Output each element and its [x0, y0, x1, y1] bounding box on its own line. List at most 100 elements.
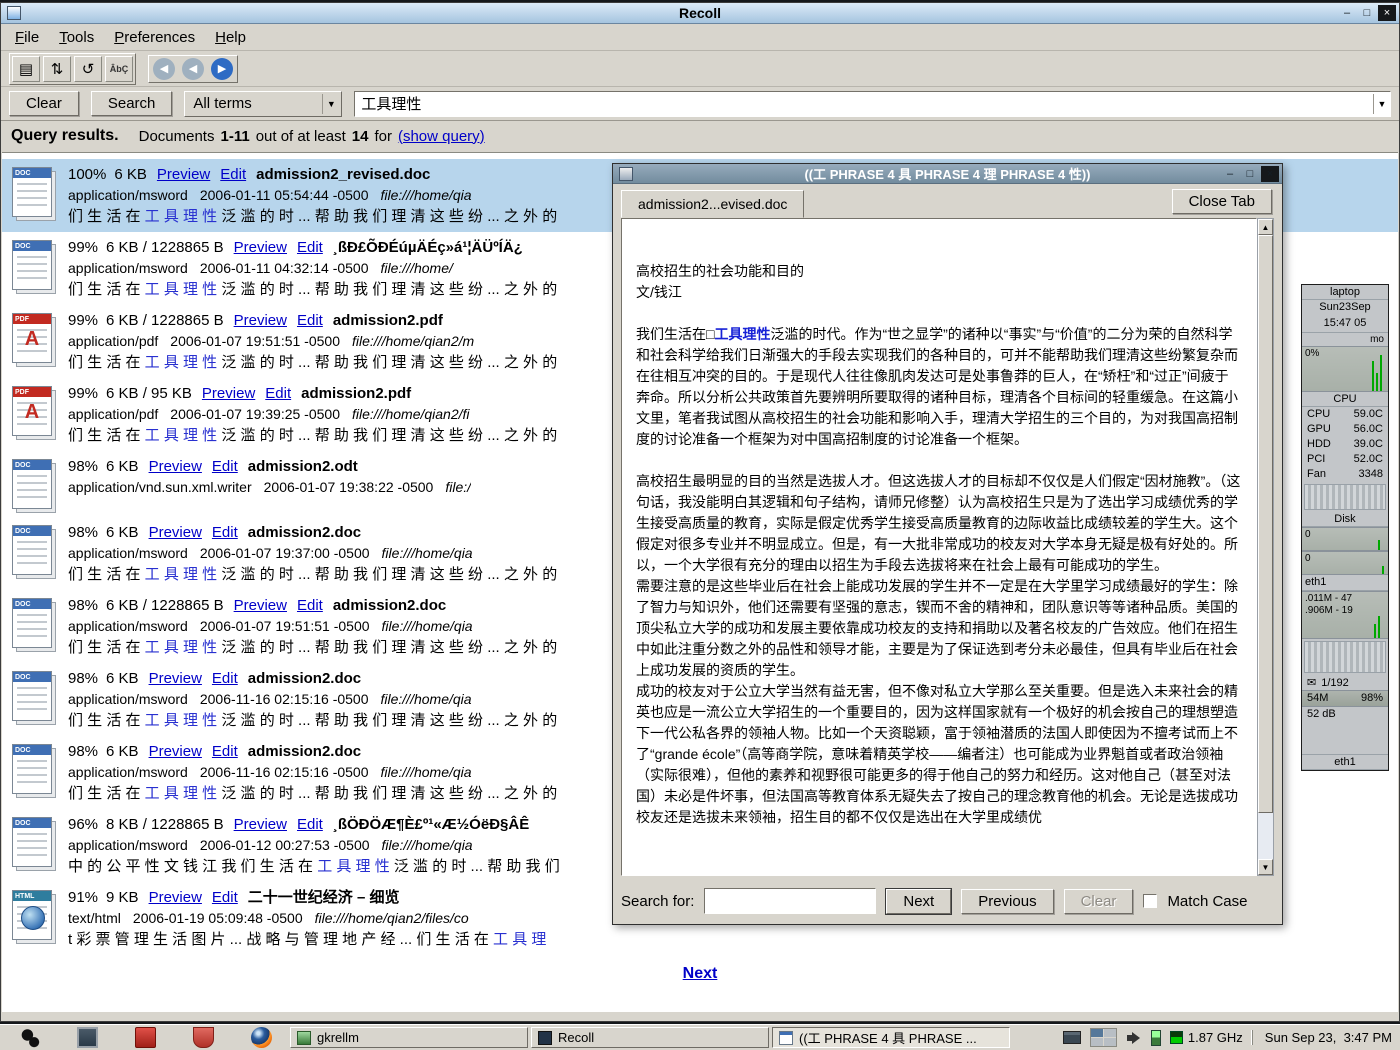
next-page-link[interactable]: Next: [683, 965, 718, 982]
preview-link[interactable]: Preview: [202, 385, 255, 402]
cpufreq-icon: [1170, 1031, 1183, 1044]
search-query-combo[interactable]: ▼: [354, 91, 1391, 117]
show-query-link[interactable]: (show query): [398, 128, 485, 145]
preview-link[interactable]: Preview: [149, 458, 202, 475]
terminal-launcher-icon[interactable]: [77, 1027, 98, 1048]
search-query-input[interactable]: [361, 95, 1373, 112]
preview-text[interactable]: 高校招生的社会功能和目的文/钱江我们生活在□工具理性泛滥的时代。作为“世之显学”…: [621, 218, 1257, 876]
task-button[interactable]: Recoll: [531, 1027, 769, 1048]
edit-link[interactable]: Edit: [220, 166, 246, 183]
edit-link[interactable]: Edit: [212, 458, 238, 475]
preview-link[interactable]: Preview: [234, 816, 287, 833]
result-snippet: t 彩 票 管 理 生 活 图 片 ... 战 略 与 管 理 地 产 经 ..…: [68, 929, 546, 950]
preview-link[interactable]: Preview: [149, 889, 202, 906]
preview-link[interactable]: Preview: [234, 597, 287, 614]
result-date: 2006-11-16 02:15:16 -0500: [200, 691, 369, 707]
preview-link[interactable]: Preview: [149, 670, 202, 687]
preview-tab[interactable]: admission2...evised.doc: [621, 190, 804, 218]
results-header: Query results. Documents 1-11 out of at …: [1, 121, 1399, 151]
preview-app-icon: [619, 167, 633, 181]
find-previous-button[interactable]: Previous: [961, 889, 1053, 914]
taskbar-clock[interactable]: Sun Sep 23, 3:47 PM: [1252, 1030, 1392, 1045]
close-icon[interactable]: ×: [1378, 5, 1396, 21]
edit-link[interactable]: Edit: [297, 816, 323, 833]
preview-titlebar[interactable]: ((工 PHRASE 4 具 PHRASE 4 理 PHRASE 4 性)) –…: [613, 164, 1282, 184]
edit-link[interactable]: Edit: [297, 312, 323, 329]
package-manager-launcher-icon[interactable]: [193, 1027, 214, 1048]
volume-meter[interactable]: 52 dB: [1302, 706, 1388, 722]
minimize-icon[interactable]: –: [1338, 5, 1356, 21]
query-history-chevron-icon[interactable]: ▼: [1373, 94, 1390, 114]
workspace-pager[interactable]: [1090, 1028, 1117, 1047]
sensor-row: Fan3348: [1302, 467, 1388, 482]
preview-link[interactable]: Preview: [157, 166, 210, 183]
match-case-checkbox[interactable]: [1143, 894, 1157, 908]
result-url: file:///home/qian2/fi: [352, 406, 470, 422]
search-mode-select[interactable]: All terms ▼: [184, 91, 342, 117]
prev-page-icon[interactable]: ◀: [182, 58, 204, 80]
preview-link[interactable]: Preview: [234, 312, 287, 329]
edit-link[interactable]: Edit: [212, 670, 238, 687]
snippet-highlighted-term: 工 具 理 性: [145, 208, 218, 225]
cpu-krell-meter[interactable]: [1304, 484, 1386, 510]
result-list-icon[interactable]: ▤: [12, 56, 40, 82]
preview-link[interactable]: Preview: [234, 239, 287, 256]
scroll-down-icon[interactable]: ▼: [1258, 859, 1273, 875]
search-button[interactable]: Search: [91, 91, 173, 116]
sort-order-icon[interactable]: ⇅: [43, 56, 71, 82]
result-size: 8 KB / 1228865 B: [106, 816, 224, 833]
recoll-titlebar[interactable]: Recoll – □ ×: [1, 3, 1399, 24]
menu-tools[interactable]: Tools: [49, 26, 104, 49]
applications-menu-icon[interactable]: [19, 1027, 40, 1048]
clear-button[interactable]: Clear: [9, 91, 79, 116]
documents-word: Documents: [139, 128, 215, 145]
net-krell-meter[interactable]: [1304, 641, 1386, 673]
result-mime-type: application/pdf: [68, 406, 158, 422]
task-button[interactable]: gkrellm: [290, 1027, 528, 1048]
menu-preferences[interactable]: Preferences: [104, 26, 205, 49]
find-clear-button[interactable]: Clear: [1064, 889, 1134, 914]
keyboard-indicator-icon[interactable]: [1063, 1031, 1081, 1044]
edit-link[interactable]: Edit: [212, 743, 238, 760]
result-url: file:///home/qia: [382, 545, 473, 561]
edit-link[interactable]: Edit: [297, 597, 323, 614]
result-title: ¸ßÐ£ÕÐÉúµÄÉç»á¹¦ÄÜºÍÄ¿: [333, 239, 523, 256]
preview-maximize-icon[interactable]: □: [1241, 166, 1259, 182]
preview-paragraph: 文/钱江: [636, 282, 1242, 303]
preview-scrollbar[interactable]: ▲ ▼: [1257, 218, 1274, 876]
result-size: 6 KB / 1228865 B: [106, 312, 224, 329]
edit-link[interactable]: Edit: [212, 889, 238, 906]
preview-link[interactable]: Preview: [149, 524, 202, 541]
query-history-icon[interactable]: ↺: [74, 56, 102, 82]
preview-minimize-icon[interactable]: –: [1221, 166, 1239, 182]
battery-icon[interactable]: [1151, 1030, 1161, 1046]
maximize-icon[interactable]: □: [1358, 5, 1376, 21]
relevance-percent: 99%: [68, 385, 98, 402]
firefox-launcher-icon[interactable]: [251, 1027, 272, 1048]
menu-help[interactable]: Help: [205, 26, 256, 49]
close-tab-button[interactable]: Close Tab: [1172, 189, 1272, 214]
menu-file[interactable]: File: [5, 26, 49, 49]
find-input[interactable]: [704, 888, 876, 914]
edit-link[interactable]: Edit: [265, 385, 291, 402]
edit-link[interactable]: Edit: [212, 524, 238, 541]
find-next-button[interactable]: Next: [886, 889, 951, 914]
first-page-icon[interactable]: ◀: [153, 58, 175, 80]
term-explorer-icon[interactable]: ÂbÇ: [105, 56, 133, 82]
cpu-frequency-applet[interactable]: 1.87 GHz: [1170, 1030, 1243, 1045]
preview-close-icon[interactable]: ×: [1261, 166, 1279, 182]
edit-link[interactable]: Edit: [297, 239, 323, 256]
scrollbar-thumb[interactable]: [1258, 235, 1273, 813]
media-player-launcher-icon[interactable]: [135, 1027, 156, 1048]
scroll-up-icon[interactable]: ▲: [1258, 219, 1273, 235]
volume-icon[interactable]: [1126, 1030, 1142, 1046]
file-type-icon: DOC: [10, 668, 68, 731]
task-button[interactable]: ((工 PHRASE 4 具 PHRASE ...: [772, 1027, 1010, 1048]
preview-link[interactable]: Preview: [149, 743, 202, 760]
launcher-area: [0, 1027, 290, 1048]
result-title: admission2.doc: [248, 524, 361, 541]
result-url: file:///home/qia: [381, 691, 472, 707]
result-date: 2006-01-19 05:09:48 -0500: [133, 910, 303, 926]
next-page-icon[interactable]: ▶: [211, 58, 233, 80]
doc-file-icon: DOC: [10, 524, 56, 578]
